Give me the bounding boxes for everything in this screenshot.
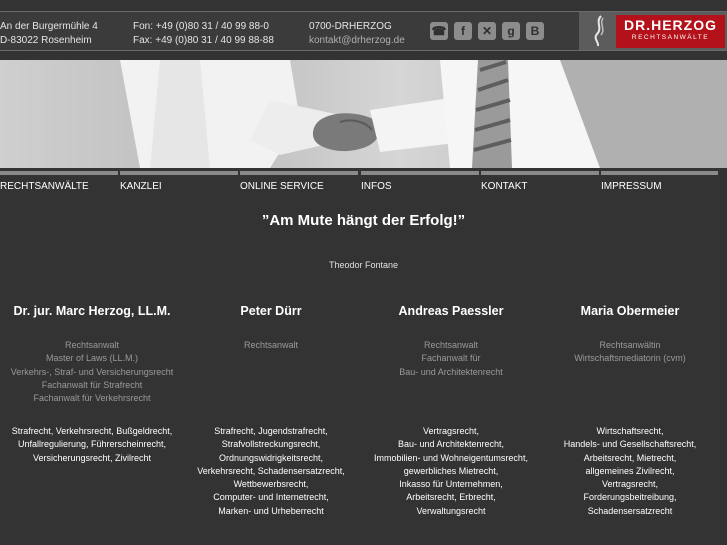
- practice-area-line: gewerbliches Mietrecht,: [403, 465, 499, 476]
- short-number: 0700-DRHERZOG: [309, 21, 392, 32]
- logo-wordmark: DR.HERZOG RECHTSANWÄLTE: [616, 15, 725, 48]
- lawyer-titles: Rechtsanwalt Fachanwalt für Bau- und Arc…: [361, 339, 541, 379]
- lawyer-title-line: Master of Laws (LL.M.): [45, 353, 139, 364]
- phone-number: Fon: +49 (0)80 31 / 40 99 88-0: [133, 21, 269, 32]
- address-block: An der Burgermühle 4 D-83022 Rosenheim: [0, 20, 98, 48]
- email-link[interactable]: kontakt@drherzog.de: [309, 34, 405, 48]
- lawyer-title-line: Fachanwalt für Strafrecht: [41, 379, 143, 390]
- lawyer-title-line: Rechtsanwältin: [599, 340, 661, 350]
- lawyer-column: Maria Obermeier Rechtsanwältin Wirtschaf…: [540, 304, 720, 516]
- practice-area-line: Ordnungswidrigkeitsrecht,: [218, 452, 324, 463]
- quote: ”Am Mute hängt der Erfolg!”: [261, 212, 466, 229]
- lawyer-titles: Rechtsanwalt Master of Laws (LL.M.) Verk…: [2, 339, 182, 405]
- nav-label: RECHTSANWÄLTE: [0, 181, 89, 192]
- lawyer-practice-areas: Vertragsrecht, Bau- und Architektenrecht…: [361, 425, 541, 518]
- practice-area-line: Vertragsrecht,: [601, 479, 659, 490]
- lawyer-name[interactable]: Dr. jur. Marc Herzog, LL.M.: [2, 304, 182, 324]
- lawyer-title-line: Rechtsanwalt: [243, 340, 299, 350]
- lawyer-title-line: Rechtsanwalt: [423, 340, 479, 350]
- contact-block: 0700-DRHERZOG kontakt@drherzog.de: [309, 20, 405, 48]
- address-city: D-83022 Rosenheim: [0, 35, 92, 46]
- hero-image: [0, 60, 727, 168]
- lawyer-name[interactable]: Andreas Paessler: [361, 304, 541, 324]
- phone-block: Fon: +49 (0)80 31 / 40 99 88-0 Fax: +49 …: [133, 20, 274, 48]
- address-street: An der Burgermühle 4: [0, 21, 98, 32]
- practice-area-line: Bau- und Architektenrecht,: [397, 439, 505, 450]
- practice-area-line: Strafrecht, Jugendstrafrecht,: [214, 426, 328, 436]
- practice-area-line: Unfallregulierung, Führerscheinrecht,: [17, 439, 167, 450]
- nav-label: ONLINE SERVICE: [240, 181, 324, 192]
- lawyer-titles: Rechtsanwalt: [181, 339, 361, 352]
- blogger-icon[interactable]: B: [526, 22, 544, 40]
- practice-area-line: Handels- und Gesellschaftsrecht,: [563, 439, 697, 450]
- lawyer-column: Dr. jur. Marc Herzog, LL.M. Rechtsanwalt…: [2, 304, 182, 463]
- logo[interactable]: DR.HERZOG RECHTSANWÄLTE: [579, 12, 727, 50]
- lawyer-title-line: Fachanwalt für Verkehrsrecht: [33, 393, 151, 404]
- nav-infos[interactable]: INFOS: [361, 171, 479, 193]
- practice-area-line: Versicherungsrecht, Zivilrecht: [32, 452, 152, 463]
- lawyer-name[interactable]: Peter Dürr: [181, 304, 361, 324]
- lawyer-title-line: Verkehrs-, Straf- und Versicherungsrecht: [10, 366, 174, 377]
- lawyer-practice-areas: Wirtschaftsrecht, Handels- und Gesellsch…: [540, 425, 720, 518]
- social-icons: ☎ f ✕ g B: [430, 22, 544, 40]
- nav-rechtsanwaelte[interactable]: RECHTSANWÄLTE: [0, 171, 118, 193]
- lawyer-practice-areas: Strafrecht, Jugendstrafrecht, Strafvolls…: [181, 425, 361, 518]
- practice-area-line: Wettbewerbsrecht,: [233, 479, 309, 490]
- lawyer-column: Andreas Paessler Rechtsanwalt Fachanwalt…: [361, 304, 541, 516]
- header-bar: An der Burgermühle 4 D-83022 Rosenheim F…: [0, 11, 727, 51]
- practice-area-line: Forderungsbeitreibung,: [583, 492, 677, 503]
- practice-area-line: Verwaltungsrecht: [416, 505, 486, 516]
- google-icon[interactable]: g: [502, 22, 520, 40]
- lawyer-name[interactable]: Maria Obermeier: [540, 304, 720, 324]
- practice-area-line: Wirtschaftsrecht,: [596, 426, 664, 436]
- practice-area-line: allgemeines Zivilrecht,: [585, 465, 675, 476]
- practice-area-line: Arbeitsrecht, Mietrecht,: [583, 452, 677, 463]
- nav-kontakt[interactable]: KONTAKT: [481, 171, 599, 193]
- practice-area-line: Marken- und Urheberrecht: [218, 505, 324, 516]
- logo-mark-icon: [579, 12, 619, 50]
- xing-icon[interactable]: ✕: [478, 22, 496, 40]
- practice-area-line: Verkehrsrecht, Schadensersatzrecht,: [197, 465, 345, 476]
- logo-name: DR.HERZOG: [624, 17, 717, 33]
- lawyer-practice-areas: Strafrecht, Verkehrsrecht, Bußgeldrecht,…: [2, 425, 182, 465]
- nav-kanzlei[interactable]: KANZLEI: [120, 171, 238, 193]
- facebook-icon[interactable]: f: [454, 22, 472, 40]
- fax-number: Fax: +49 (0)80 31 / 40 99 88-88: [133, 35, 274, 46]
- lawyer-titles: Rechtsanwältin Wirtschaftsmediatorin (cv…: [540, 339, 720, 366]
- lawyer-title-line: Bau- und Architektenrecht: [399, 366, 503, 377]
- phone-icon[interactable]: ☎: [430, 22, 448, 40]
- lawyer-column: Peter Dürr Rechtsanwalt Strafrecht, Juge…: [181, 304, 361, 516]
- quote-author: Theodor Fontane: [328, 260, 399, 270]
- lawyer-title-line: Rechtsanwalt: [64, 340, 120, 350]
- lawyer-title-line: Wirtschaftsmediatorin (cvm): [574, 353, 686, 364]
- nav-label: KANZLEI: [120, 181, 162, 192]
- practice-area-line: Arbeitsrecht, Erbrecht,: [406, 492, 496, 503]
- logo-subtitle: RECHTSANWÄLTE: [631, 34, 710, 41]
- practice-area-line: Inkasso für Unternehmen,: [399, 479, 503, 490]
- practice-area-line: Vertragsrecht,: [422, 426, 480, 436]
- nav-label: IMPRESSUM: [601, 181, 662, 192]
- practice-area-line: Strafrecht, Verkehrsrecht, Bußgeldrecht,: [11, 426, 173, 436]
- practice-area-line: Immobilien- und Wohneigentumsrecht,: [374, 452, 528, 463]
- lawyer-title-line: Fachanwalt für: [421, 353, 481, 364]
- main-nav: RECHTSANWÄLTE KANZLEI ONLINE SERVICE INF…: [0, 171, 727, 193]
- nav-impressum[interactable]: IMPRESSUM: [601, 171, 718, 193]
- nav-label: INFOS: [361, 181, 392, 192]
- nav-label: KONTAKT: [481, 181, 528, 192]
- practice-area-line: Strafvollstreckungsrecht,: [221, 439, 321, 450]
- practice-area-line: Schadensersatzrecht: [587, 505, 673, 516]
- practice-area-line: Computer- und Internetrecht,: [213, 492, 329, 503]
- nav-online-service[interactable]: ONLINE SERVICE: [240, 171, 358, 193]
